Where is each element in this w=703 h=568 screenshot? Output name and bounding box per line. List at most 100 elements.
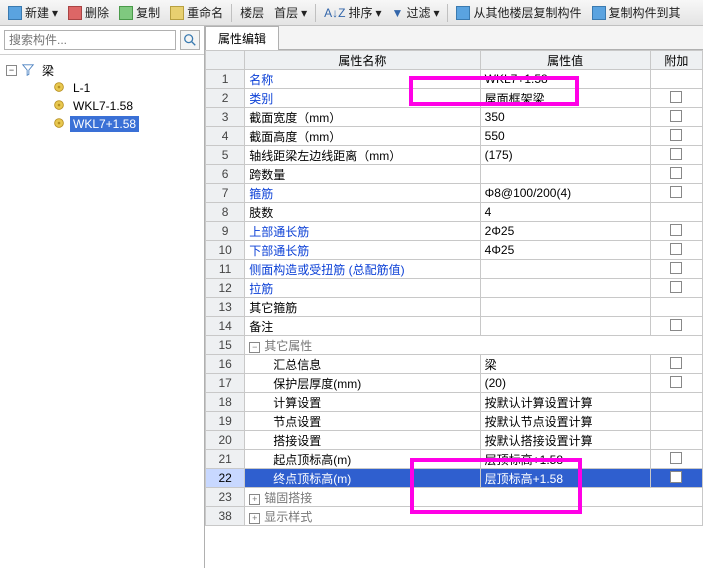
group-cell[interactable]: +锚固搭接 bbox=[245, 488, 703, 507]
table-row[interactable]: 12拉筋 bbox=[206, 279, 703, 298]
checkbox[interactable] bbox=[670, 357, 682, 369]
table-row[interactable]: 4截面高度（mm）550 bbox=[206, 127, 703, 146]
table-row[interactable]: 2类别屋面框架梁 bbox=[206, 89, 703, 108]
tab-properties[interactable]: 属性编辑 bbox=[205, 26, 279, 50]
table-row[interactable]: 15−其它属性 bbox=[206, 336, 703, 355]
property-value[interactable]: Φ8@100/200(4) bbox=[480, 184, 650, 203]
extra-cell[interactable] bbox=[650, 450, 702, 469]
search-input[interactable] bbox=[4, 30, 176, 50]
tree-item[interactable]: WKL7-1.58 bbox=[4, 97, 200, 115]
table-row[interactable]: 17 保护层厚度(mm)(20) bbox=[206, 374, 703, 393]
table-row[interactable]: 7箍筋Φ8@100/200(4) bbox=[206, 184, 703, 203]
table-row[interactable]: 18 计算设置按默认计算设置计算 bbox=[206, 393, 703, 412]
table-row[interactable]: 16 汇总信息梁 bbox=[206, 355, 703, 374]
checkbox[interactable] bbox=[670, 319, 682, 331]
extra-cell[interactable] bbox=[650, 146, 702, 165]
extra-cell[interactable] bbox=[650, 393, 702, 412]
collapse-icon[interactable]: − bbox=[249, 342, 260, 353]
property-value[interactable] bbox=[480, 279, 650, 298]
rename-button[interactable]: 重命名 bbox=[166, 2, 227, 23]
expand-icon[interactable]: + bbox=[249, 513, 260, 524]
group-cell[interactable]: +显示样式 bbox=[245, 507, 703, 526]
property-value[interactable]: 屋面框架梁 bbox=[480, 89, 650, 108]
property-value[interactable]: (175) bbox=[480, 146, 650, 165]
extra-cell[interactable] bbox=[650, 241, 702, 260]
property-value[interactable]: 2Φ25 bbox=[480, 222, 650, 241]
component-tree[interactable]: − 梁 L-1WKL7-1.58WKL7+1.58 bbox=[0, 55, 204, 568]
table-row[interactable]: 21 起点顶标高(m)层顶标高+1.58 bbox=[206, 450, 703, 469]
property-value[interactable]: 层顶标高+1.58 bbox=[480, 450, 650, 469]
tree-item[interactable]: WKL7+1.58 bbox=[4, 115, 200, 133]
property-value[interactable]: 按默认计算设置计算 bbox=[480, 393, 650, 412]
checkbox[interactable] bbox=[670, 243, 682, 255]
search-button[interactable] bbox=[180, 30, 200, 50]
table-row[interactable]: 23+锚固搭接 bbox=[206, 488, 703, 507]
extra-cell[interactable] bbox=[650, 260, 702, 279]
checkbox[interactable] bbox=[670, 167, 682, 179]
collapse-icon[interactable]: − bbox=[6, 65, 17, 76]
checkbox[interactable] bbox=[670, 110, 682, 122]
extra-cell[interactable] bbox=[650, 431, 702, 450]
extra-cell[interactable] bbox=[650, 89, 702, 108]
property-value[interactable]: 层顶标高+1.58 bbox=[480, 469, 650, 488]
tree-root[interactable]: − 梁 bbox=[4, 61, 200, 79]
sort-button[interactable]: A↓Z 排序 ▾ bbox=[320, 2, 385, 23]
table-row[interactable]: 3截面宽度（mm）350 bbox=[206, 108, 703, 127]
extra-cell[interactable] bbox=[650, 279, 702, 298]
checkbox[interactable] bbox=[670, 224, 682, 236]
extra-cell[interactable] bbox=[650, 412, 702, 431]
property-value[interactable] bbox=[480, 317, 650, 336]
table-row[interactable]: 11侧面构造或受扭筋 (总配筋值) bbox=[206, 260, 703, 279]
property-value[interactable]: 350 bbox=[480, 108, 650, 127]
property-value[interactable] bbox=[480, 298, 650, 317]
property-value[interactable]: 550 bbox=[480, 127, 650, 146]
table-row[interactable]: 1名称WKL7+1.58 bbox=[206, 70, 703, 89]
new-button[interactable]: 新建 ▾ bbox=[4, 2, 62, 23]
extra-cell[interactable] bbox=[650, 298, 702, 317]
floor-select[interactable]: 首层 ▾ bbox=[270, 2, 311, 23]
property-value[interactable]: 4 bbox=[480, 203, 650, 222]
extra-cell[interactable] bbox=[650, 127, 702, 146]
tree-item[interactable]: L-1 bbox=[4, 79, 200, 97]
table-row[interactable]: 22 终点顶标高(m)层顶标高+1.58 bbox=[206, 469, 703, 488]
table-row[interactable]: 5轴线距梁左边线距离（mm）(175) bbox=[206, 146, 703, 165]
checkbox[interactable] bbox=[670, 376, 682, 388]
checkbox[interactable] bbox=[670, 281, 682, 293]
extra-cell[interactable] bbox=[650, 222, 702, 241]
property-grid[interactable]: 属性名称 属性值 附加 1名称WKL7+1.582类别屋面框架梁3截面宽度（mm… bbox=[205, 50, 703, 568]
table-row[interactable]: 13其它箍筋 bbox=[206, 298, 703, 317]
copy-from-floor-button[interactable]: 从其他楼层复制构件 bbox=[452, 2, 585, 23]
checkbox[interactable] bbox=[670, 91, 682, 103]
extra-cell[interactable] bbox=[650, 355, 702, 374]
expand-icon[interactable]: + bbox=[249, 494, 260, 505]
property-value[interactable] bbox=[480, 165, 650, 184]
property-value[interactable]: 按默认节点设置计算 bbox=[480, 412, 650, 431]
property-value[interactable] bbox=[480, 260, 650, 279]
checkbox[interactable] bbox=[670, 262, 682, 274]
table-row[interactable]: 38+显示样式 bbox=[206, 507, 703, 526]
extra-cell[interactable] bbox=[650, 469, 702, 488]
table-row[interactable]: 14备注 bbox=[206, 317, 703, 336]
property-value[interactable]: 梁 bbox=[480, 355, 650, 374]
checkbox[interactable] bbox=[670, 148, 682, 160]
property-value[interactable]: 4Φ25 bbox=[480, 241, 650, 260]
extra-cell[interactable] bbox=[650, 184, 702, 203]
property-value[interactable]: (20) bbox=[480, 374, 650, 393]
table-row[interactable]: 20 搭接设置按默认搭接设置计算 bbox=[206, 431, 703, 450]
copy-button[interactable]: 复制 bbox=[115, 2, 164, 23]
property-value[interactable]: 按默认搭接设置计算 bbox=[480, 431, 650, 450]
copy-to-floor-button[interactable]: 复制构件到其 bbox=[588, 2, 685, 23]
filter-button[interactable]: ▼过滤 ▾ bbox=[388, 2, 444, 23]
delete-button[interactable]: 删除 bbox=[64, 2, 113, 23]
extra-cell[interactable] bbox=[650, 374, 702, 393]
table-row[interactable]: 6跨数量 bbox=[206, 165, 703, 184]
checkbox[interactable] bbox=[670, 186, 682, 198]
property-value[interactable]: WKL7+1.58 bbox=[480, 70, 650, 89]
checkbox[interactable] bbox=[670, 129, 682, 141]
extra-cell[interactable] bbox=[650, 108, 702, 127]
table-row[interactable]: 8肢数4 bbox=[206, 203, 703, 222]
table-row[interactable]: 9上部通长筋2Φ25 bbox=[206, 222, 703, 241]
checkbox[interactable] bbox=[670, 452, 682, 464]
extra-cell[interactable] bbox=[650, 70, 702, 89]
group-cell[interactable]: −其它属性 bbox=[245, 336, 703, 355]
